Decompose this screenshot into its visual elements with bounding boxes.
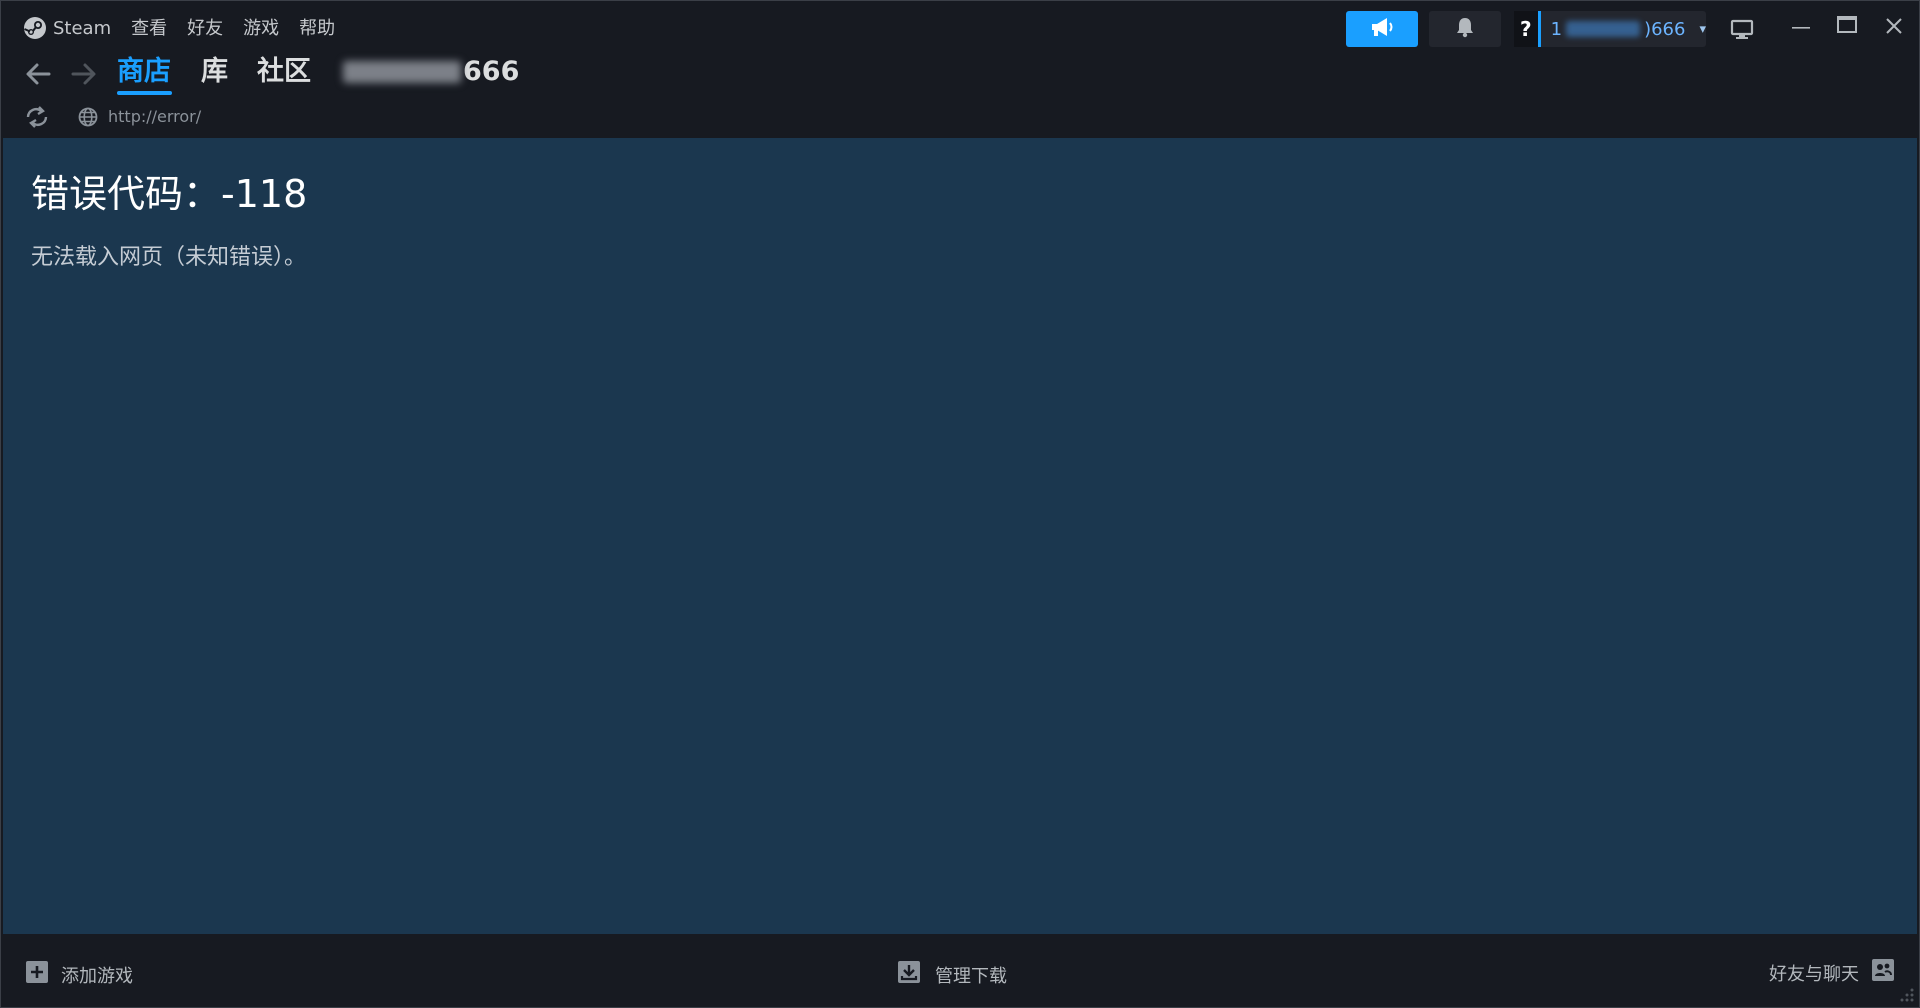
resize-grip-icon[interactable] [1899, 987, 1915, 1003]
account-name-suffix: )666 [1644, 18, 1686, 40]
menu-item-friends[interactable]: 好友 [177, 15, 233, 43]
manage-downloads-label: 管理下载 [935, 965, 1007, 987]
menu-item-steam[interactable]: Steam [53, 15, 121, 43]
plus-icon [25, 960, 49, 989]
active-tab-indicator [117, 91, 172, 95]
minimize-button[interactable] [1787, 13, 1815, 41]
menu-item-help[interactable]: 帮助 [289, 15, 345, 43]
close-icon [1886, 18, 1902, 34]
browser-content: 错误代码：-118 无法载入网页（未知错误）。 [3, 138, 1917, 934]
redacted-text [1566, 21, 1641, 37]
reload-icon[interactable] [23, 105, 51, 129]
friends-chat-button[interactable]: 好友与聊天 [1769, 958, 1895, 987]
add-game-button[interactable]: 添加游戏 [25, 960, 133, 989]
friends-icon [1871, 958, 1895, 987]
redacted-text [343, 61, 461, 83]
maximize-icon [1837, 16, 1857, 33]
forward-button[interactable] [69, 59, 99, 89]
add-game-label: 添加游戏 [61, 965, 133, 987]
megaphone-icon [1369, 16, 1395, 42]
monitor-icon [1730, 19, 1754, 39]
maximize-button[interactable] [1833, 11, 1861, 39]
friends-chat-label: 好友与聊天 [1769, 963, 1859, 985]
back-button[interactable] [23, 59, 53, 89]
forward-arrow-icon [71, 63, 96, 85]
bell-icon [1455, 16, 1475, 42]
account-menu[interactable]: ? 1 )666 ▾ [1514, 11, 1706, 47]
chevron-down-icon: ▾ [1699, 21, 1706, 37]
steam-logo-icon[interactable] [23, 16, 47, 40]
help-button[interactable]: ? [1514, 11, 1541, 47]
tab-profile-suffix: 666 [463, 56, 520, 87]
tab-profile[interactable]: 666 [343, 53, 519, 91]
tab-store[interactable]: 商店 [117, 53, 171, 91]
account-name-prefix: 1 [1550, 18, 1563, 40]
account-name[interactable]: 1 )666 ▾ [1551, 19, 1706, 40]
menu-item-view[interactable]: 查看 [121, 15, 177, 43]
announcements-button[interactable] [1346, 11, 1418, 47]
url-text[interactable]: http://error/ [108, 106, 201, 128]
manage-downloads-button[interactable]: 管理下载 [897, 960, 1007, 989]
bottom-bar: 添加游戏 管理下载 好友与聊天 [1, 934, 1919, 1007]
notifications-button[interactable] [1429, 11, 1501, 47]
error-message: 无法载入网页（未知错误）。 [31, 245, 307, 270]
tab-library[interactable]: 库 [201, 53, 228, 91]
url-bar: http://error/ [1, 101, 1919, 135]
globe-icon [77, 106, 99, 128]
menu-item-games[interactable]: 游戏 [233, 15, 289, 43]
menu: Steam 查看 好友 游戏 帮助 [53, 15, 345, 43]
menu-bar: Steam 查看 好友 游戏 帮助 ? 1)666 ▾ [1, 1, 1919, 53]
navigation-bar: 商店 库 社区 666 [1, 53, 1919, 97]
minimize-icon [1792, 27, 1810, 29]
close-button[interactable] [1879, 11, 1909, 41]
steam-window: Steam 查看 好友 游戏 帮助 ? 1)666 ▾ 商店 库 社区 666… [0, 0, 1920, 1008]
back-arrow-icon [26, 63, 51, 85]
tab-community[interactable]: 社区 [257, 53, 311, 91]
big-picture-button[interactable] [1728, 15, 1756, 43]
download-icon [897, 960, 921, 989]
error-title: 错误代码：-118 [31, 172, 308, 216]
